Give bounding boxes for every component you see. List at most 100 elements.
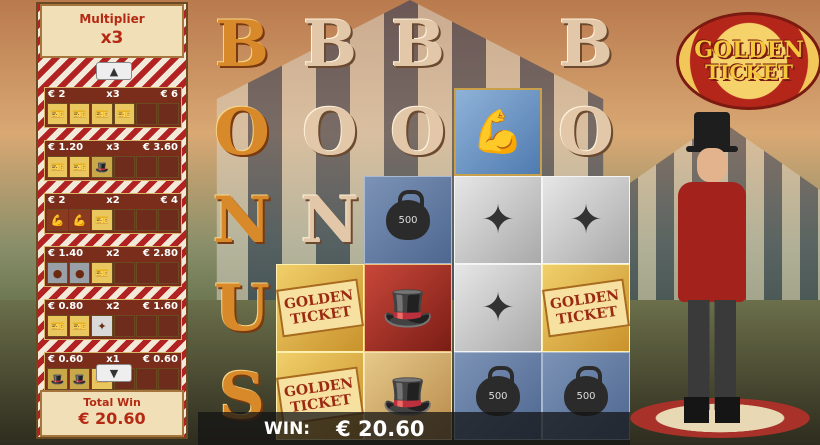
paytable-win: € 1.60 xyxy=(142,301,178,312)
juggling-clubs-symbol: ✦ xyxy=(454,176,542,264)
bonus-letter-b-pale: B xyxy=(390,6,446,82)
multiplier-box: Multiplier x3 xyxy=(40,4,184,58)
empty-mini-icon xyxy=(135,209,157,231)
ringmaster-character xyxy=(650,112,770,432)
ticket-mini-icon: 🎫 xyxy=(91,262,113,284)
scroll-up-button[interactable]: ▲ xyxy=(96,62,132,80)
ringmaster-icon: 🎩 xyxy=(381,283,435,332)
bonus-letter-n: N xyxy=(212,182,272,258)
strongman-symbol: 💪 xyxy=(454,88,542,176)
paytable-win: € 4 xyxy=(160,195,178,206)
win-value: € 20.60 xyxy=(336,416,425,441)
reels-grid: B O N U S B O N GOLDEN TICKET GOLDEN TICKE… xyxy=(198,0,630,445)
golden-ticket-symbol: GOLDEN TICKET xyxy=(542,264,630,352)
juggling-clubs-symbol: ✦ xyxy=(454,264,542,352)
weight-mini-icon: ● xyxy=(47,262,69,284)
bonus-letter-o-pale: O xyxy=(558,94,614,170)
ticket-mini-icon: 🎫 xyxy=(69,156,91,178)
ticket-mini-icon: 🎫 xyxy=(47,156,69,178)
bonus-letter-b-pale: B xyxy=(302,6,358,82)
empty-mini-icon xyxy=(113,262,135,284)
paytable-row: € 1.20 x3 € 3.60 🎫 🎫 🎩 xyxy=(44,140,182,181)
total-win-value: € 20.60 xyxy=(78,409,146,428)
paytable-mult: x2 xyxy=(106,301,120,312)
paytable-win: € 2.80 xyxy=(142,248,178,259)
ticket-mini-icon: 🎫 xyxy=(91,103,113,125)
kettlebell-symbol: 500 xyxy=(364,176,452,264)
ticket-mini-icon: 🎫 xyxy=(69,315,91,337)
kettlebell-icon: 500 xyxy=(386,190,430,240)
paytable-row: € 2 x2 € 4 💪 💪 🎫 xyxy=(44,193,182,234)
paytable-mult: x3 xyxy=(106,89,120,100)
ring-mini-icon: 🎩 xyxy=(69,368,91,390)
bonus-letter-o-pale: O xyxy=(390,94,446,170)
strong-mini-icon: 💪 xyxy=(47,209,69,231)
total-win-box: Total Win € 20.60 xyxy=(40,390,184,437)
empty-mini-icon xyxy=(135,103,157,125)
top-hat-icon xyxy=(686,112,738,152)
paytable-row: € 2 x3 € 6 🎫 🎫 🎫 🎫 xyxy=(44,87,182,128)
ring-mini-icon: 🎩 xyxy=(47,368,69,390)
empty-mini-icon xyxy=(135,156,157,178)
empty-mini-icon xyxy=(157,368,180,390)
paytable-bet: € 0.80 xyxy=(48,301,84,312)
bonus-letter-b-pale: B xyxy=(558,6,614,82)
strong-mini-icon: 💪 xyxy=(69,209,91,231)
total-win-title: Total Win xyxy=(83,396,141,409)
paytable-bet: € 2 xyxy=(48,89,66,100)
paytable-mult: x3 xyxy=(106,142,120,153)
scroll-down-button[interactable]: ▼ xyxy=(96,364,132,382)
juggling-clubs-symbol: ✦ xyxy=(542,176,630,264)
paytable-bet: € 0.60 xyxy=(48,354,84,365)
bonus-letter-n-pale: N xyxy=(300,182,360,258)
paytable-bet: € 1.20 xyxy=(48,142,84,153)
ringmaster-symbol: 🎩 xyxy=(364,264,452,352)
paytable-win: € 3.60 xyxy=(142,142,178,153)
win-label: WIN: xyxy=(264,418,311,439)
paytable-win: € 6 xyxy=(160,89,178,100)
paytable-row: € 0.80 x2 € 1.60 🎫 🎫 ✦ xyxy=(44,299,182,340)
empty-mini-icon xyxy=(113,209,135,231)
ticket-mini-icon: 🎫 xyxy=(69,103,91,125)
win-bar: WIN: € 20.60 xyxy=(198,412,630,445)
empty-mini-icon xyxy=(157,209,180,231)
empty-mini-icon xyxy=(135,368,157,390)
empty-mini-icon xyxy=(113,156,135,178)
paytable-win: € 0.60 xyxy=(142,354,178,365)
multiplier-value: x3 xyxy=(100,28,124,48)
kettlebell-icon: 500 xyxy=(476,366,520,416)
paytable-bet: € 1.40 xyxy=(48,248,84,259)
paytable-rows: € 2 x3 € 6 🎫 🎫 🎫 🎫 € 1.20 x3 € 3.60 🎫 🎫 🎩 € 2 x2 € 4 💪 💪 🎫… xyxy=(44,87,182,405)
paytable-row: € 1.40 x2 € 2.80 ● ● 🎫 xyxy=(44,246,182,287)
golden-ticket-symbol: GOLDEN TICKET xyxy=(276,264,364,352)
juggling-clubs-icon: ✦ xyxy=(569,197,603,243)
paytable-mult: x2 xyxy=(106,248,120,259)
ticket-mini-icon: 🎫 xyxy=(113,103,135,125)
paytable-bet: € 2 xyxy=(48,195,66,206)
empty-mini-icon xyxy=(113,315,135,337)
ticket-mini-icon: 🎫 xyxy=(47,315,69,337)
multiplier-title: Multiplier xyxy=(79,12,145,26)
juggling-clubs-icon: ✦ xyxy=(481,285,515,331)
empty-mini-icon xyxy=(157,103,180,125)
strongman-icon: 💪 xyxy=(471,107,525,156)
juggling-clubs-icon: ✦ xyxy=(481,197,515,243)
bonus-letter-o: O xyxy=(214,94,270,170)
weight-mini-icon: ● xyxy=(69,262,91,284)
ring-mini-icon: 🎩 xyxy=(91,156,113,178)
ticket-mini-icon: 🎫 xyxy=(47,103,69,125)
bonus-letter-o-pale: O xyxy=(302,94,358,170)
bonus-letter-u: U xyxy=(214,270,270,346)
empty-mini-icon xyxy=(135,262,157,284)
bonus-letter-b: B xyxy=(214,6,270,82)
empty-mini-icon xyxy=(157,156,180,178)
golden-ticket-logo: GOLDEN TICKET xyxy=(676,12,820,110)
empty-mini-icon xyxy=(157,262,180,284)
paytable-panel: Multiplier x3 ▲ € 2 x3 € 6 🎫 🎫 🎫 🎫 € 1.20 x3 € 3.… xyxy=(36,2,188,439)
club-mini-icon: ✦ xyxy=(91,315,113,337)
empty-mini-icon xyxy=(135,315,157,337)
empty-mini-icon xyxy=(157,315,180,337)
kettlebell-icon: 500 xyxy=(564,366,608,416)
paytable-mult: x2 xyxy=(106,195,120,206)
ticket-mini-icon: 🎫 xyxy=(91,209,113,231)
